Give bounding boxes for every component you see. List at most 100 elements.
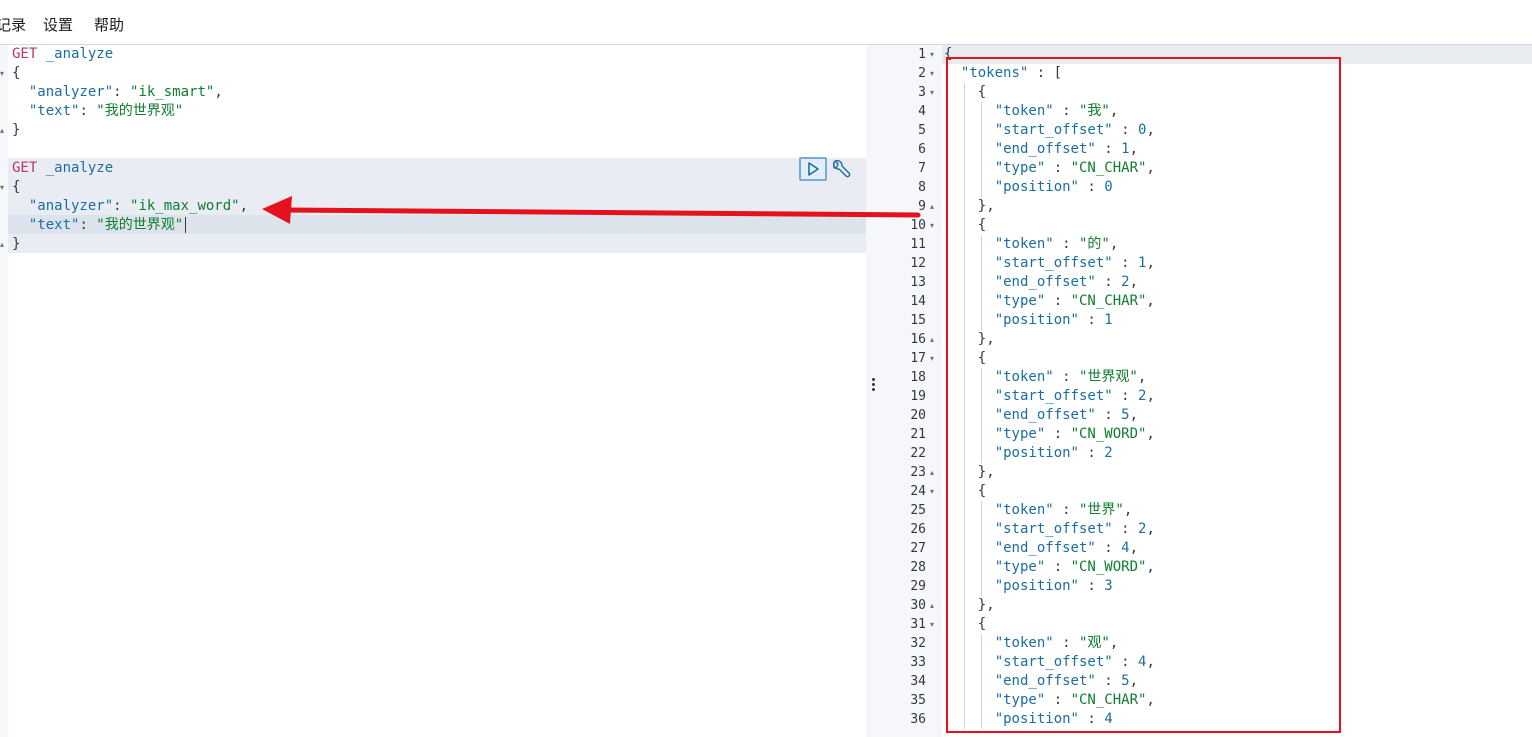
line-number: 34 [910,674,926,689]
wrench-icon [832,159,851,178]
response-line: { [977,217,987,233]
menu-help[interactable]: 帮助 [94,14,124,35]
json-number: 2 [1121,274,1130,290]
fold-arrow-icon[interactable]: ▴ [930,596,934,615]
line-number: 19 [910,389,926,404]
code-line[interactable]: "text": "我的世界观" [12,216,187,235]
json-key: "start_offset" [994,521,1113,537]
position-line: "position" : 0 [994,179,1113,195]
line-number: 3 [918,85,926,100]
response-line: { [977,350,987,366]
response-line: { [944,46,953,62]
fold-arrow-icon[interactable]: ▾ [930,349,934,368]
request-options-button[interactable] [829,159,851,181]
fold-arrow-icon[interactable]: ▾ [930,216,934,235]
json-number: 4 [1138,654,1147,670]
json-key: "end_offset" [994,407,1096,423]
json-key: "tokens" [960,65,1029,81]
line-number: 33 [910,655,926,670]
code-line[interactable]: "text": "我的世界观" [12,102,183,121]
request-line[interactable]: GET _analyze [12,159,113,178]
http-method: GET [12,46,38,62]
line-number: 5 [918,123,926,138]
json-key: "start_offset" [994,388,1113,404]
fold-arrow-icon[interactable]: ▾ [930,64,934,83]
code-line[interactable]: { [12,64,20,83]
line-number: 2 [918,66,926,81]
line-number: 27 [910,541,926,556]
pane-resizer[interactable] [866,45,882,737]
fold-arrow-icon[interactable]: ▾ [0,64,4,83]
end-offset-line: "end_offset" : 2, [994,274,1139,290]
fold-arrow-icon[interactable]: ▴ [0,235,4,254]
line-number: 10 [910,218,926,233]
fold-arrow-icon[interactable]: ▾ [930,482,934,501]
json-key: "text" [28,103,80,119]
line-number: 24 [910,484,926,499]
fold-arrow-icon[interactable]: ▴ [0,121,4,140]
json-number: 2 [1138,521,1147,537]
line-number: 4 [918,104,926,119]
fold-arrow-icon[interactable]: ▾ [930,83,934,102]
json-key: "start_offset" [994,255,1113,271]
request-editor[interactable]: GET _analyze ▾ { "analyzer": "ik_smart",… [0,45,866,737]
line-number: 1 [918,47,926,62]
request-path: _analyze [45,160,114,176]
line-number: 30 [910,598,926,613]
response-line: "tokens" : [ [960,65,1063,81]
type-line: "type" : "CN_CHAR", [994,160,1155,176]
type-line: "type" : "CN_WORD", [994,559,1155,575]
line-number: 14 [910,294,926,309]
run-request-button[interactable] [799,157,827,181]
code-line[interactable]: "analyzer": "ik_smart", [12,83,223,102]
json-string: "我" [1079,103,1110,119]
json-key: "start_offset" [994,122,1113,138]
code-line[interactable]: { [12,178,20,197]
fold-arrow-icon[interactable]: ▴ [930,330,934,349]
json-key: "type" [994,692,1046,708]
json-number: 2 [1138,388,1147,404]
response-panel[interactable]: 1 ▾ 2 ▾ 3 ▾ 4 5 6 7 8 9 ▴ 10 ▾ 11 12 13 14 15 16 ▴ 17 ▾ 18 19 20 21… [882,45,1532,737]
line-number: 35 [910,693,926,708]
request-line[interactable]: GET _analyze [12,45,113,64]
menu-bar: 记录 设置 帮助 [0,0,1532,45]
fold-arrow-icon[interactable]: ▾ [930,615,934,634]
json-number: 3 [1104,578,1113,594]
code-line[interactable]: "analyzer": "ik_max_word", [12,197,248,216]
json-number: 4 [1104,711,1113,727]
json-string: "CN_CHAR" [1070,160,1147,176]
indent-guide [980,235,982,330]
fold-arrow-icon[interactable]: ▴ [930,463,934,482]
fold-arrow-icon[interactable]: ▾ [930,45,934,64]
json-key: "type" [994,160,1046,176]
fold-arrow-icon[interactable]: ▾ [0,178,4,197]
start-offset-line: "start_offset" : 1, [994,255,1155,271]
line-number: 11 [910,237,926,252]
code-line[interactable]: } [12,121,20,140]
json-key: "token" [994,369,1054,385]
menu-history[interactable]: 记录 [0,14,26,35]
response-line: }, [977,331,995,347]
position-line: "position" : 1 [994,312,1113,328]
editor-gutter [0,45,8,737]
menu-settings[interactable]: 设置 [43,14,73,35]
json-key: "end_offset" [994,141,1096,157]
end-offset-line: "end_offset" : 5, [994,673,1139,689]
start-offset-line: "start_offset" : 0, [994,122,1155,138]
response-line: { [977,616,987,632]
type-line: "type" : "CN_CHAR", [994,692,1155,708]
code-line[interactable]: } [12,235,20,254]
line-number: 23 [910,465,926,480]
play-triangle-icon [808,162,819,176]
line-number: 21 [910,427,926,442]
line-number: 9 [918,199,926,214]
json-key: "token" [994,635,1054,651]
json-key: "position" [994,578,1079,594]
request-path: _analyze [45,46,114,62]
fold-arrow-icon[interactable]: ▴ [930,197,934,216]
indent-guide [980,102,982,197]
line-number: 6 [918,142,926,157]
line-number: 29 [910,579,926,594]
line-number: 26 [910,522,926,537]
active-line-highlight [942,45,1532,64]
